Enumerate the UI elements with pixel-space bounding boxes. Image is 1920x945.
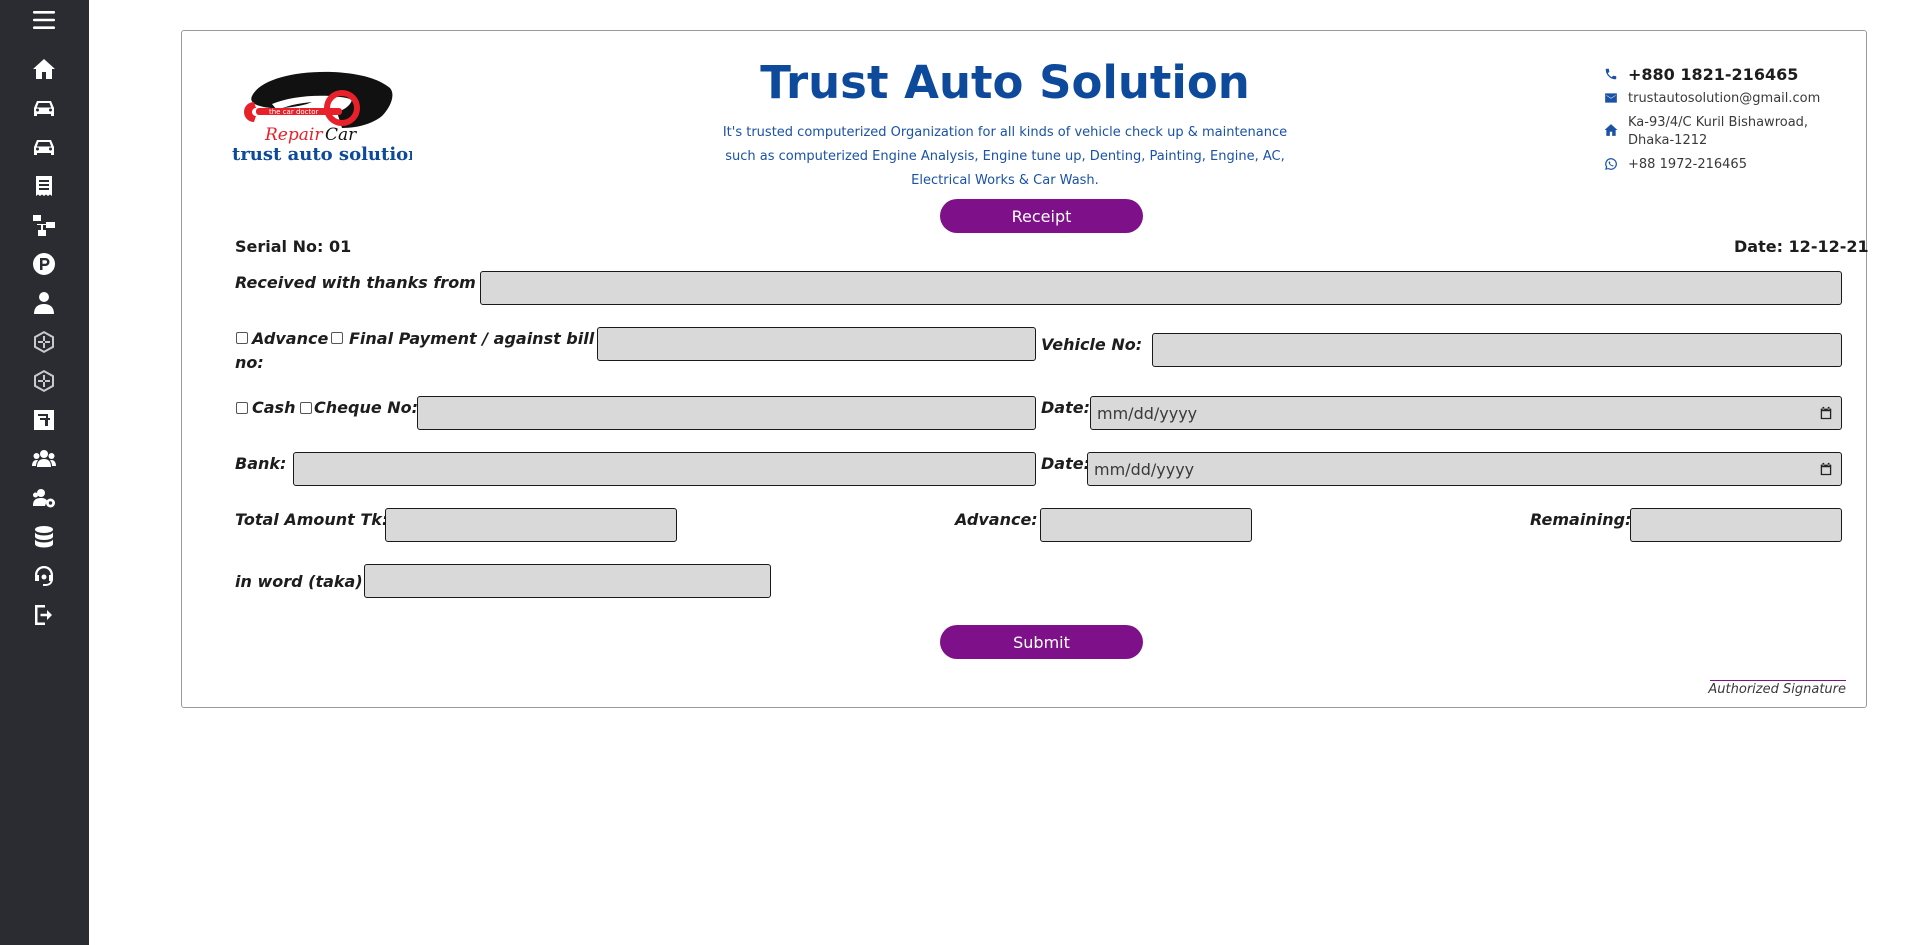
bank-date-placeholder: mm/dd/yyyy bbox=[1094, 459, 1195, 479]
serial-number: Serial No: 01 bbox=[235, 237, 352, 256]
bank-input[interactable] bbox=[293, 452, 1036, 486]
contact-whatsapp: +88 1972-216465 bbox=[1604, 156, 1834, 174]
contact-email: trustautosolution@gmail.com bbox=[1604, 90, 1834, 108]
advance-label: Advance bbox=[252, 329, 329, 348]
parking-icon[interactable] bbox=[31, 251, 57, 277]
in-word-label: in word (taka) bbox=[235, 572, 363, 591]
cheque-checkbox[interactable] bbox=[300, 402, 312, 414]
workflow-icon[interactable] bbox=[31, 212, 57, 238]
advance-amount-label: Advance: bbox=[955, 510, 1038, 529]
tagline-line-3: Electrical Works & Car Wash. bbox=[911, 173, 1099, 188]
support-icon[interactable] bbox=[31, 563, 57, 589]
phone-text: +880 1821-216465 bbox=[1628, 65, 1799, 84]
final-payment-label: Final Payment / against bill bbox=[349, 329, 595, 348]
advance-amount-input[interactable] bbox=[1040, 508, 1252, 542]
total-amount-label: Total Amount Tk: bbox=[235, 510, 389, 529]
company-logo: the car doctor Repair Car trust auto sol… bbox=[232, 68, 421, 168]
whatsapp-text: +88 1972-216465 bbox=[1628, 157, 1747, 172]
logo-car-text: Car bbox=[325, 125, 357, 145]
cheque-number-input[interactable] bbox=[417, 396, 1036, 430]
cash-label: Cash bbox=[252, 398, 296, 417]
settings-team-icon[interactable] bbox=[31, 485, 57, 511]
vehicle-label: Vehicle No: bbox=[1041, 335, 1143, 354]
receipt-icon[interactable] bbox=[31, 173, 57, 199]
page-title: Trust Auto Solution bbox=[760, 56, 1250, 109]
bank-date-input[interactable]: mm/dd/yyyy bbox=[1087, 452, 1842, 486]
calendar-icon-2[interactable] bbox=[1819, 462, 1833, 476]
bill-number-input[interactable] bbox=[597, 327, 1036, 361]
network-icon-2[interactable] bbox=[31, 368, 57, 394]
logo-repair-text: Repair bbox=[264, 125, 323, 145]
whatsapp-icon bbox=[1604, 157, 1620, 173]
email-text: trustautosolution@gmail.com bbox=[1628, 91, 1821, 106]
address-line-1: Ka-93/4/C Kuril Bishawroad, bbox=[1628, 115, 1809, 130]
menu-icon[interactable] bbox=[31, 7, 57, 33]
team-icon[interactable] bbox=[31, 446, 57, 472]
logout-icon[interactable] bbox=[31, 602, 57, 628]
car-icon-2[interactable] bbox=[31, 134, 57, 160]
logo-small-text: the car doctor bbox=[269, 108, 319, 116]
contact-address: Ka-93/4/C Kuril Bishawroad, Dhaka-1212 bbox=[1604, 114, 1834, 150]
total-amount-input[interactable] bbox=[385, 508, 677, 542]
home-icon[interactable] bbox=[31, 56, 57, 82]
submit-button[interactable]: Submit bbox=[940, 625, 1143, 659]
tagline: It's trusted computerized Organization f… bbox=[720, 121, 1290, 193]
sidebar bbox=[0, 0, 89, 945]
vehicle-number-input[interactable] bbox=[1152, 333, 1842, 367]
cheque-date-input[interactable]: mm/dd/yyyy bbox=[1090, 396, 1842, 430]
received-label: Received with thanks from bbox=[235, 273, 476, 292]
advance-checkbox[interactable] bbox=[236, 332, 248, 344]
remaining-amount-input[interactable] bbox=[1630, 508, 1842, 542]
cheque-date-label: Date: bbox=[1041, 398, 1090, 417]
car-icon[interactable] bbox=[31, 95, 57, 121]
final-payment-label-cont: no: bbox=[235, 353, 264, 372]
receipt-button[interactable]: Receipt bbox=[940, 199, 1143, 233]
phone-icon bbox=[1604, 67, 1620, 83]
address-text: Ka-93/4/C Kuril Bishawroad, Dhaka-1212 bbox=[1628, 114, 1808, 150]
address-home-icon bbox=[1604, 123, 1620, 139]
money-icon[interactable] bbox=[31, 407, 57, 433]
remaining-label: Remaining: bbox=[1530, 510, 1632, 529]
logo-brand-text: trust auto solution bbox=[232, 144, 412, 165]
email-icon bbox=[1604, 91, 1620, 107]
contact-info: +880 1821-216465 trustautosolution@gmail… bbox=[1604, 66, 1834, 180]
network-icon[interactable] bbox=[31, 329, 57, 355]
employee-icon[interactable] bbox=[31, 290, 57, 316]
receipt-date: Date: 12-12-21 bbox=[1734, 237, 1869, 256]
database-icon[interactable] bbox=[31, 524, 57, 550]
cheque-label: Cheque No: bbox=[314, 398, 419, 417]
tagline-line-1: It's trusted computerized Organization f… bbox=[722, 125, 1288, 140]
received-from-input[interactable] bbox=[480, 271, 1842, 305]
authorized-signature: Authorized Signature bbox=[1708, 682, 1846, 697]
cheque-date-placeholder: mm/dd/yyyy bbox=[1097, 403, 1198, 423]
final-payment-checkbox[interactable] bbox=[331, 332, 343, 344]
contact-phone: +880 1821-216465 bbox=[1604, 66, 1834, 84]
address-line-2: Dhaka-1212 bbox=[1628, 133, 1708, 148]
calendar-icon[interactable] bbox=[1819, 406, 1833, 420]
bank-label: Bank: bbox=[235, 454, 287, 473]
tagline-line-2: such as computerized Engine Analysis, En… bbox=[725, 149, 1285, 164]
signature-line bbox=[1710, 680, 1846, 681]
cash-checkbox[interactable] bbox=[236, 402, 248, 414]
in-word-input[interactable] bbox=[364, 564, 771, 598]
bank-date-label: Date: bbox=[1041, 454, 1090, 473]
